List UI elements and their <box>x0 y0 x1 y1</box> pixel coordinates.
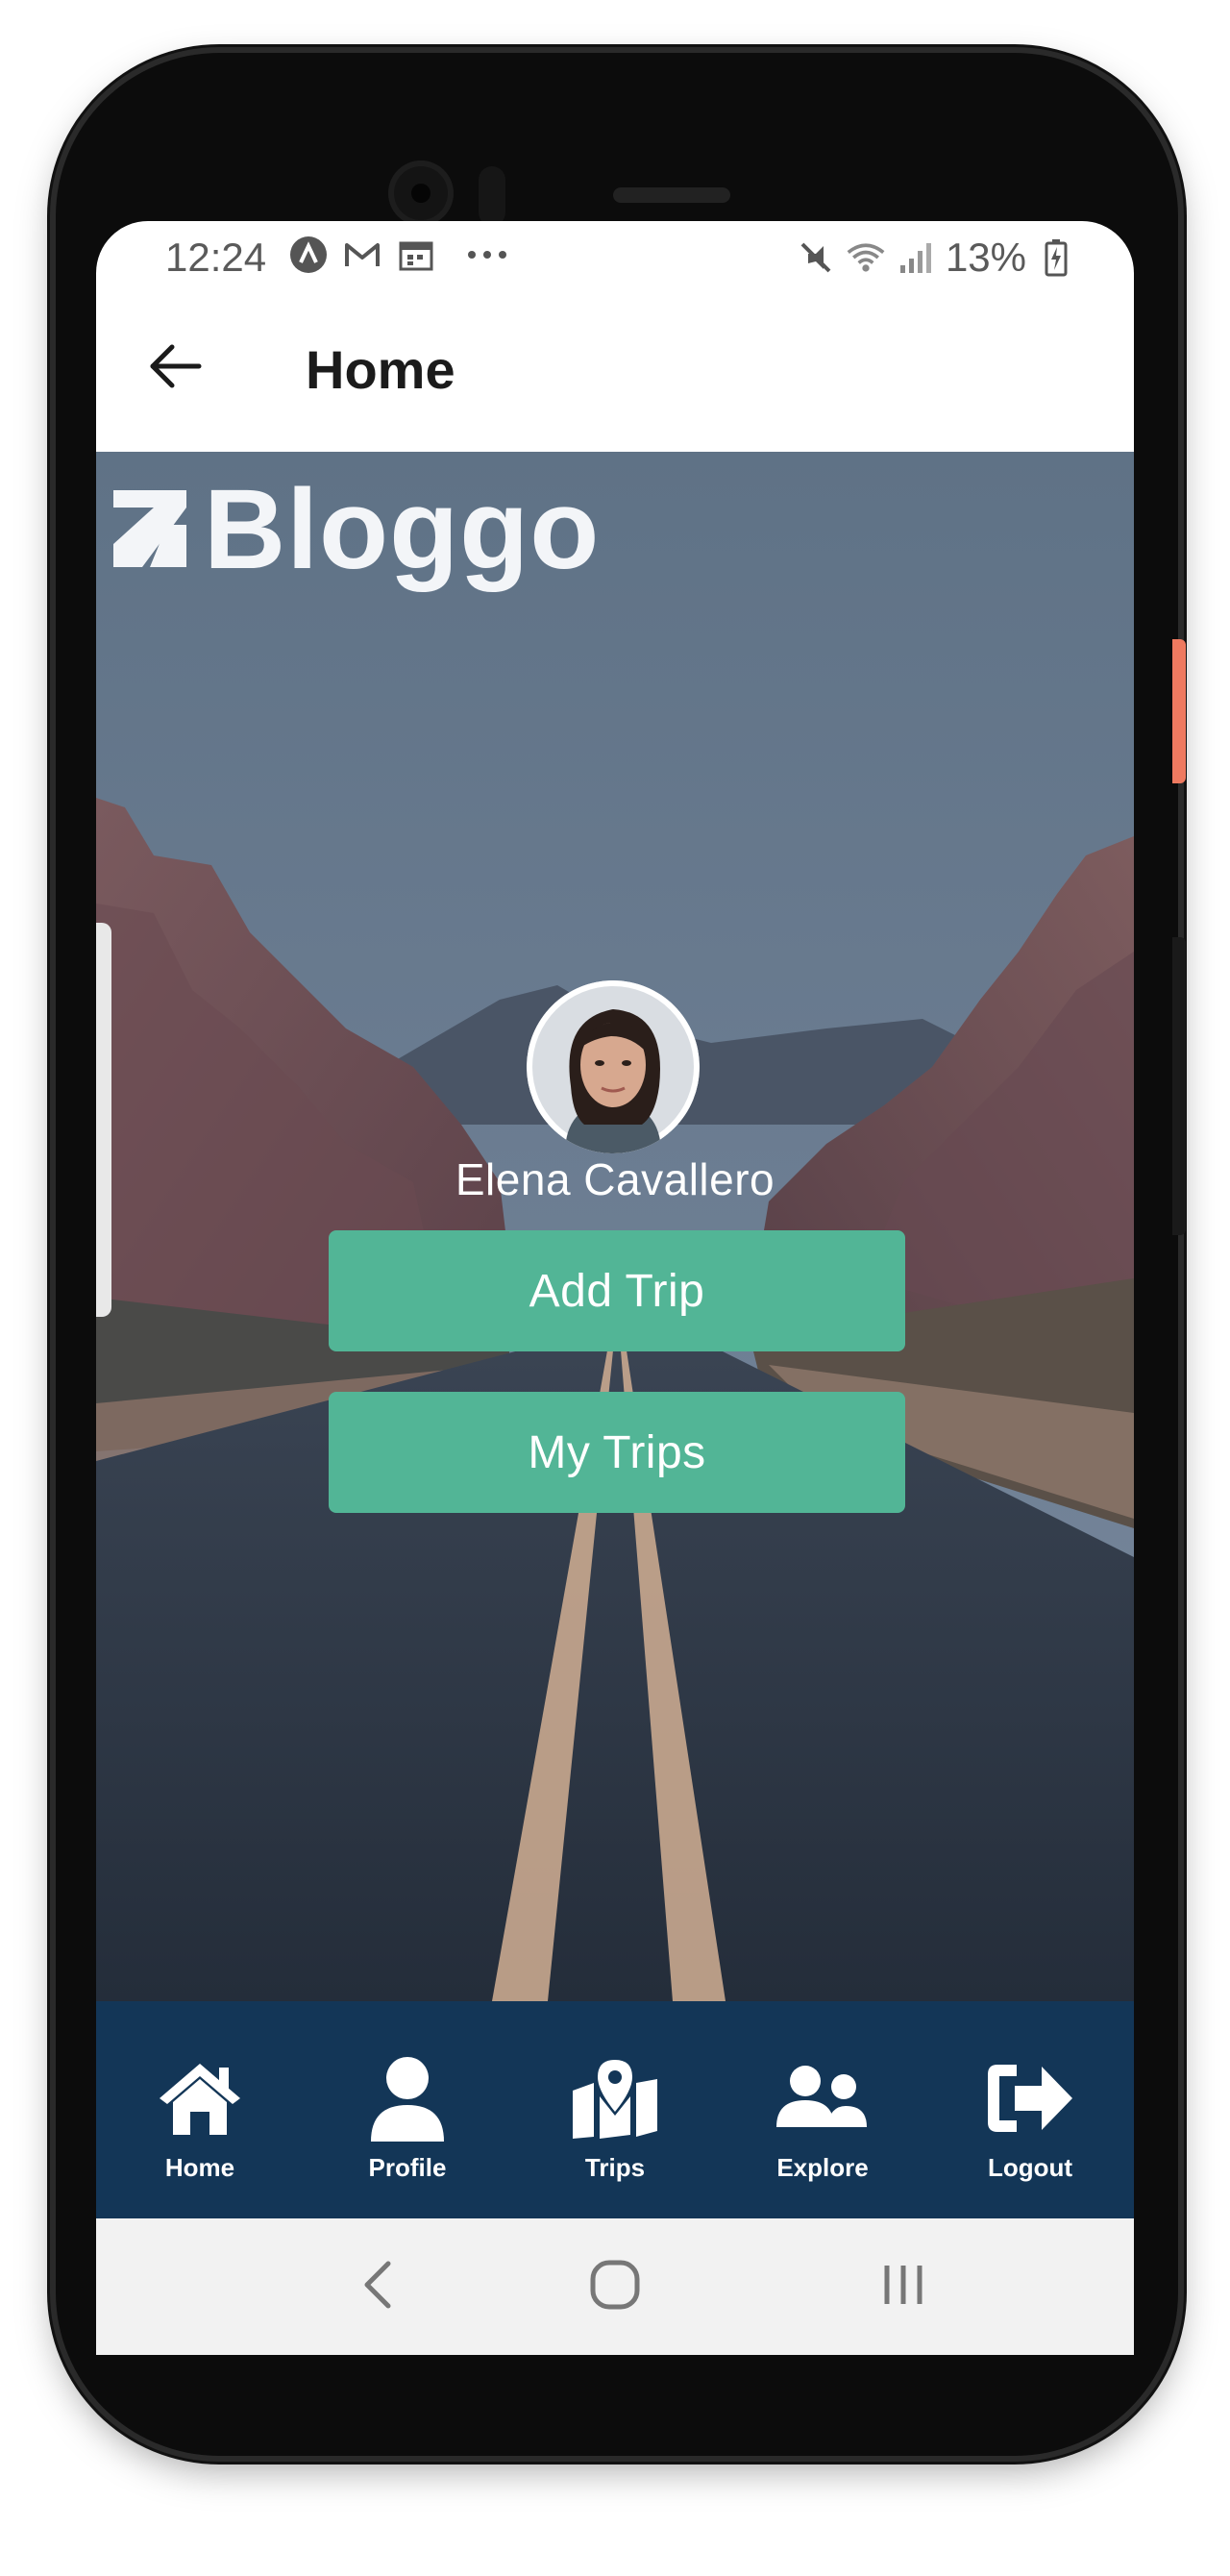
status-bar: 12:24 13% <box>96 221 1134 288</box>
volume-button <box>1172 937 1186 1235</box>
logo-mark-icon <box>110 486 190 574</box>
proximity-sensor <box>479 166 505 226</box>
add-trip-button[interactable]: Add Trip <box>329 1230 905 1351</box>
user-icon <box>361 2055 454 2142</box>
gmail-icon <box>342 235 382 275</box>
system-recents-button[interactable] <box>865 2253 942 2320</box>
battery-icon <box>1036 237 1076 278</box>
status-system-icons: 13% <box>796 235 1076 281</box>
user-name: Elena Cavallero <box>455 1154 775 1204</box>
back-button[interactable] <box>142 334 209 402</box>
my-trips-button[interactable]: My Trips <box>329 1392 905 1513</box>
front-camera <box>388 161 454 226</box>
sign-out-icon <box>984 2055 1076 2142</box>
nav-item-profile[interactable]: Profile <box>304 2001 511 2218</box>
desert-road-image <box>96 452 1134 2001</box>
system-back-button[interactable] <box>338 2253 415 2320</box>
nav-item-trips[interactable]: Trips <box>511 2001 719 2218</box>
app-a-icon <box>288 235 329 275</box>
status-notification-icons <box>288 235 507 275</box>
home-icon <box>154 2055 246 2142</box>
bottom-navigation: Home Profile Trips Explore Logout <box>96 2001 1134 2218</box>
back-chevron-icon <box>359 2260 394 2315</box>
nav-label-home: Home <box>164 2153 235 2182</box>
nav-label-profile: Profile <box>368 2153 447 2182</box>
nav-label-trips: Trips <box>584 2153 646 2182</box>
nav-label-explore: Explore <box>776 2153 869 2182</box>
bloggo-logo: Bloggo <box>110 473 600 586</box>
recents-icon <box>879 2262 927 2313</box>
system-navigation-bar <box>96 2218 1134 2355</box>
avatar-photo <box>527 980 700 1153</box>
hero-background: Bloggo Elena Cavallero Add Trip My Trips <box>96 452 1134 2001</box>
stage: 12:24 13% Home Bloggo Elena Cavallero Ad… <box>0 0 1230 2576</box>
nav-label-logout: Logout <box>987 2153 1073 2182</box>
nav-item-home[interactable]: Home <box>96 2001 304 2218</box>
home-circle-icon <box>589 2259 641 2316</box>
arrow-left-icon <box>149 343 203 394</box>
logo-text: Bloggo <box>204 466 601 593</box>
nav-item-explore[interactable]: Explore <box>719 2001 926 2218</box>
calendar-icon <box>396 235 436 275</box>
more-dots-icon <box>467 235 507 275</box>
edge-panel-handle[interactable] <box>96 923 111 1317</box>
app-bar: Home <box>96 288 1134 452</box>
battery-percent: 13% <box>945 235 1026 280</box>
signal-icon <box>896 237 936 278</box>
avatar[interactable] <box>527 980 700 1153</box>
device-screen: 12:24 13% Home Bloggo Elena Cavallero Ad… <box>96 221 1134 2355</box>
map-pin-icon <box>569 2055 661 2142</box>
system-home-button[interactable] <box>577 2253 653 2320</box>
users-icon <box>776 2055 869 2142</box>
power-button <box>1172 639 1186 783</box>
earpiece-speaker <box>613 187 730 203</box>
nav-item-logout[interactable]: Logout <box>926 2001 1134 2218</box>
status-time: 12:24 <box>165 235 267 280</box>
mute-icon <box>796 237 836 278</box>
page-title: Home <box>306 339 455 400</box>
wifi-icon <box>846 237 886 278</box>
